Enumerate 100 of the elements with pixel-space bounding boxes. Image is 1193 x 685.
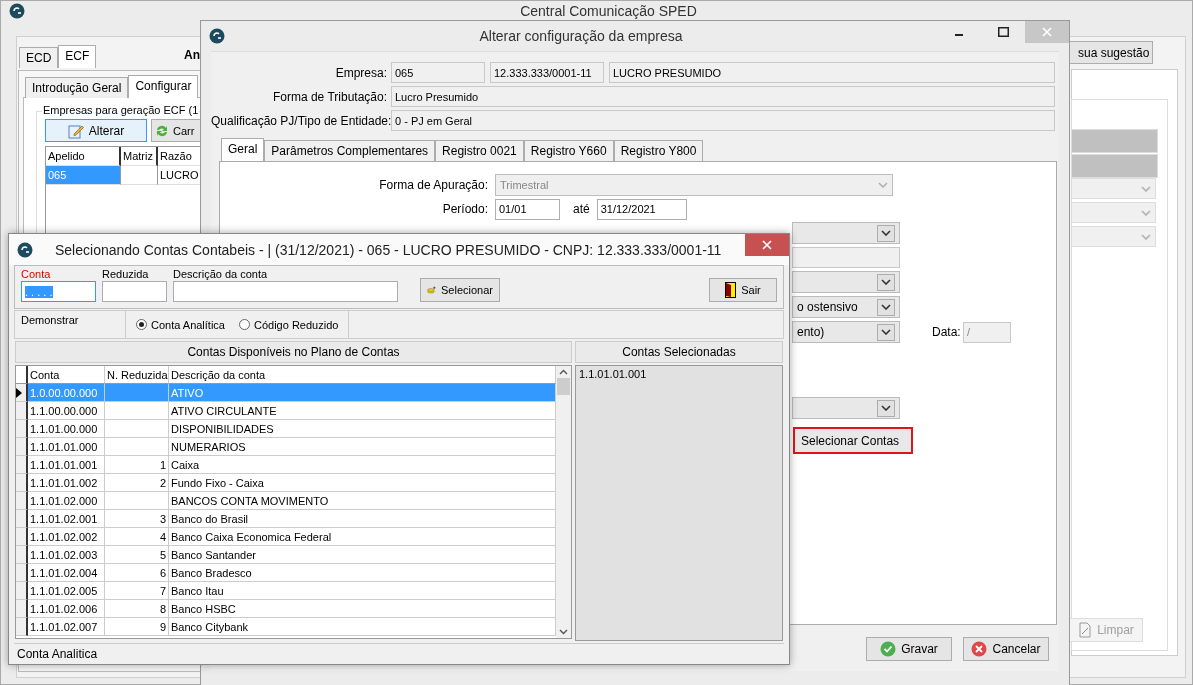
table-cell: NUMERARIOS bbox=[169, 438, 556, 456]
field-label: Descrição da conta bbox=[173, 268, 269, 280]
select-button[interactable]: Selecionar bbox=[420, 278, 500, 302]
column-header[interactable]: Matriz bbox=[121, 147, 158, 166]
tab[interactable]: ECF bbox=[58, 45, 97, 68]
list-item[interactable]: 1.1.01.01.001 bbox=[579, 368, 779, 380]
table-cell: 4 bbox=[105, 528, 169, 546]
tab[interactable]: Parâmetros Complementares bbox=[264, 140, 436, 161]
logo-icon bbox=[9, 3, 25, 19]
row-indicator[interactable] bbox=[16, 474, 28, 492]
dropdown[interactable]: ento) bbox=[792, 321, 900, 343]
heading: An bbox=[184, 48, 200, 62]
select-accounts-button[interactable]: Selecionar Contas bbox=[793, 427, 913, 454]
logo-icon bbox=[17, 241, 33, 258]
field-label: Data: bbox=[932, 325, 962, 339]
tab[interactable]: Geral bbox=[221, 138, 265, 161]
table-cell: 1.1.01.02.001 bbox=[28, 510, 105, 528]
field-label: Período: bbox=[441, 202, 489, 216]
column-header[interactable]: Descrição da conta bbox=[169, 366, 556, 384]
field-label: até bbox=[573, 202, 590, 216]
row-indicator[interactable] bbox=[16, 492, 28, 510]
table-cell: DISPONIBILIDADES bbox=[169, 420, 556, 438]
table-cell: Banco Itau bbox=[169, 582, 556, 600]
door-icon bbox=[725, 282, 737, 298]
radio-option[interactable]: Conta Analítica bbox=[136, 318, 225, 331]
table-cell: Banco Bradesco bbox=[169, 564, 556, 582]
table-cell: 1.0.00.00.000 bbox=[28, 384, 105, 402]
company-name-field[interactable]: LUCRO PRESUMIDO bbox=[609, 62, 1055, 83]
window-title: Selecionando Contas Contabeis - | (31/12/2021) - 065 - LUCRO PRESUMIDO - CNPJ: 12.333.333/0001-11 bbox=[54, 241, 723, 258]
column-header[interactable]: Conta bbox=[28, 366, 105, 384]
group-title: Empresas para geração ECF (1 bbox=[42, 104, 200, 116]
maximize-icon bbox=[997, 27, 1009, 37]
chevron-icon bbox=[881, 230, 891, 236]
edit-button[interactable]: Alterar bbox=[45, 119, 147, 142]
chevron-icon bbox=[881, 279, 891, 285]
taxation-field[interactable]: Lucro Presumido bbox=[391, 86, 1055, 107]
table-cell: 1.1.01.02.000 bbox=[28, 492, 105, 510]
tab[interactable]: Introdução Geral bbox=[25, 77, 129, 98]
tab[interactable]: Registro Y660 bbox=[523, 140, 614, 161]
table-cell: 1.1.01.01.000 bbox=[28, 438, 105, 456]
field-label: Demonstrar bbox=[20, 313, 80, 328]
row-indicator[interactable] bbox=[16, 528, 28, 546]
row-pointer-icon bbox=[16, 387, 22, 398]
row-indicator[interactable] bbox=[16, 546, 28, 564]
table-cell: 1.1.01.00.000 bbox=[28, 420, 105, 438]
period-start-field[interactable]: 01/01 bbox=[495, 198, 560, 220]
tab[interactable]: Registro 0021 bbox=[435, 140, 524, 161]
table-cell: 1.1.01.02.003 bbox=[28, 546, 105, 564]
close-button[interactable] bbox=[745, 234, 789, 256]
row-indicator[interactable] bbox=[16, 564, 28, 582]
row-indicator[interactable] bbox=[16, 600, 28, 618]
window-title: Alterar configuração da empresa bbox=[478, 28, 684, 44]
check-icon bbox=[880, 641, 897, 657]
dropdown[interactable]: o ostensivo bbox=[792, 296, 900, 318]
field-label: Forma de Tributação: bbox=[271, 89, 387, 104]
suggestion-button[interactable]: sua sugestão bbox=[1067, 41, 1153, 64]
table-cell: 9 bbox=[105, 618, 169, 636]
tab[interactable]: ECD bbox=[19, 47, 59, 68]
reduced-code-field[interactable] bbox=[102, 281, 167, 302]
table-cell: Fundo Fixo - Caixa bbox=[169, 474, 556, 492]
description-field[interactable] bbox=[173, 281, 398, 302]
table-cell: ATIVO bbox=[169, 384, 556, 402]
row-indicator[interactable] bbox=[16, 582, 28, 600]
row-indicator[interactable] bbox=[16, 438, 28, 456]
field-label: Empresa: bbox=[334, 65, 387, 80]
radio-option[interactable]: Código Reduzido bbox=[239, 318, 339, 331]
tab[interactable]: Configurar bbox=[128, 75, 199, 98]
close-icon bbox=[1042, 27, 1052, 37]
exit-button[interactable]: Sair bbox=[709, 278, 777, 302]
row-indicator[interactable] bbox=[16, 402, 28, 420]
chevron-icon bbox=[1141, 185, 1151, 192]
row-indicator[interactable] bbox=[16, 456, 28, 474]
tab[interactable]: Registro Y800 bbox=[613, 140, 704, 161]
table-cell: 1 bbox=[105, 456, 169, 474]
document-icon bbox=[1078, 622, 1093, 638]
cnpj-field[interactable]: 12.333.333/0001-11 bbox=[490, 62, 604, 83]
list-header: Contas Selecionadas bbox=[575, 341, 783, 363]
row-indicator[interactable] bbox=[16, 420, 28, 438]
logo-icon bbox=[209, 28, 225, 44]
chevron-icon bbox=[1141, 233, 1151, 240]
cancel-icon bbox=[971, 641, 988, 657]
table-cell bbox=[121, 166, 158, 185]
scroll-down-icon bbox=[559, 629, 568, 635]
scroll-thumb[interactable] bbox=[557, 378, 570, 395]
row-indicator[interactable] bbox=[16, 384, 28, 402]
entity-type-field[interactable]: 0 - PJ em Geral bbox=[391, 110, 1055, 131]
text-field[interactable] bbox=[792, 247, 900, 268]
table-cell: Banco Citybank bbox=[169, 618, 556, 636]
pencil-icon bbox=[67, 122, 84, 139]
cancel-button[interactable]: Cancelar bbox=[963, 637, 1049, 661]
column-header[interactable]: N. Reduzida bbox=[105, 366, 169, 384]
scrollbar[interactable] bbox=[556, 366, 571, 638]
table-cell: 1.1.01.01.001 bbox=[28, 456, 105, 474]
table-cell: 1.1.01.02.004 bbox=[28, 564, 105, 582]
row-indicator[interactable] bbox=[16, 618, 28, 636]
row-indicator[interactable] bbox=[16, 510, 28, 528]
save-button[interactable]: Gravar bbox=[866, 637, 952, 661]
table-cell: 1.1.01.02.006 bbox=[28, 600, 105, 618]
period-end-field[interactable]: 31/12/2021 bbox=[596, 198, 687, 220]
company-code-field[interactable]: 065 bbox=[391, 62, 485, 83]
